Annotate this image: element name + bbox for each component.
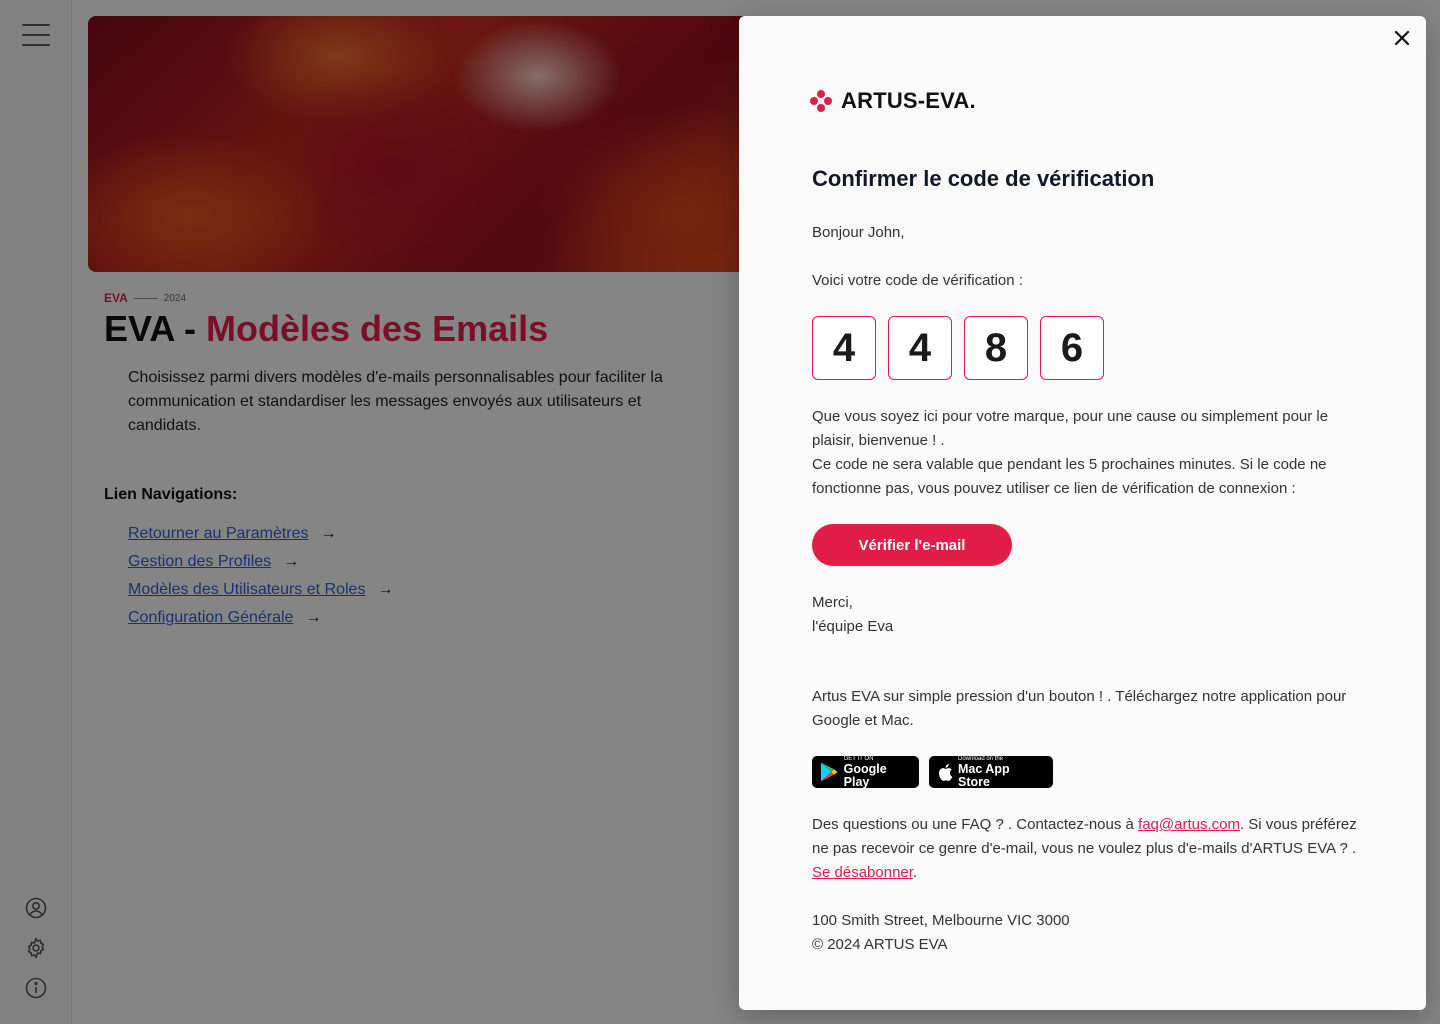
faq-suffix: . (912, 864, 918, 881)
sign-off: Merci, l'équipe Eva (812, 591, 1372, 639)
body-line-welcome: Que vous soyez ici pour votre marque, po… (812, 408, 1329, 449)
google-play-icon (820, 762, 838, 782)
google-play-big: Google Play (843, 761, 887, 789)
body-line-validity: Ce code ne sera valable que pendant les … (812, 456, 1327, 497)
modal-title: Confirmer le code de vérification (812, 166, 1155, 191)
faq-text: Des questions ou une FAQ ? . Contactez-n… (812, 813, 1372, 885)
code-intro: Voici votre code de vérification : (812, 272, 1023, 289)
logo-icon (810, 90, 832, 112)
mac-app-store-badge[interactable]: Download on the Mac App Store (929, 756, 1053, 788)
copyright: © 2024 ARTUS EVA (812, 936, 948, 953)
signature-text: l'équipe Eva (812, 618, 894, 635)
brand-logo: ARTUS-EVA. (809, 88, 976, 114)
body-text: Que vous soyez ici pour votre marque, po… (812, 405, 1372, 501)
address: 100 Smith Street, Melbourne VIC 3000 (812, 912, 1070, 929)
code-digit: 6 (1040, 316, 1104, 380)
code-digit: 4 (812, 316, 876, 380)
greeting: Bonjour John, (812, 224, 905, 241)
code-digit: 8 (964, 316, 1028, 380)
faq-prefix: Des questions ou une FAQ ? . Contactez-n… (812, 816, 1139, 833)
verification-code: 4 4 8 6 (812, 316, 1104, 380)
unsubscribe-link[interactable]: Se désabonner (812, 864, 913, 881)
thanks-text: Merci, (812, 594, 853, 611)
footer: 100 Smith Street, Melbourne VIC 3000 © 2… (812, 909, 1372, 957)
app-promo-text: Artus EVA sur simple pression d'un bouto… (812, 688, 1347, 729)
apple-icon (938, 764, 953, 781)
code-digit: 4 (888, 316, 952, 380)
logo-text: ARTUS-EVA. (841, 88, 976, 113)
close-icon[interactable] (1392, 28, 1412, 48)
mac-store-big: Mac App Store (957, 761, 1010, 789)
google-play-badge[interactable]: GET IT ON Google Play (812, 756, 919, 788)
email-preview-modal: ARTUS-EVA. Confirmer le code de vérifica… (739, 16, 1426, 1010)
store-badges: GET IT ON Google Play Download on the Ma… (812, 756, 1053, 788)
verify-email-button[interactable]: Vérifier l'e-mail (812, 524, 1012, 566)
faq-email-link[interactable]: faq@artus.com (1138, 816, 1240, 833)
